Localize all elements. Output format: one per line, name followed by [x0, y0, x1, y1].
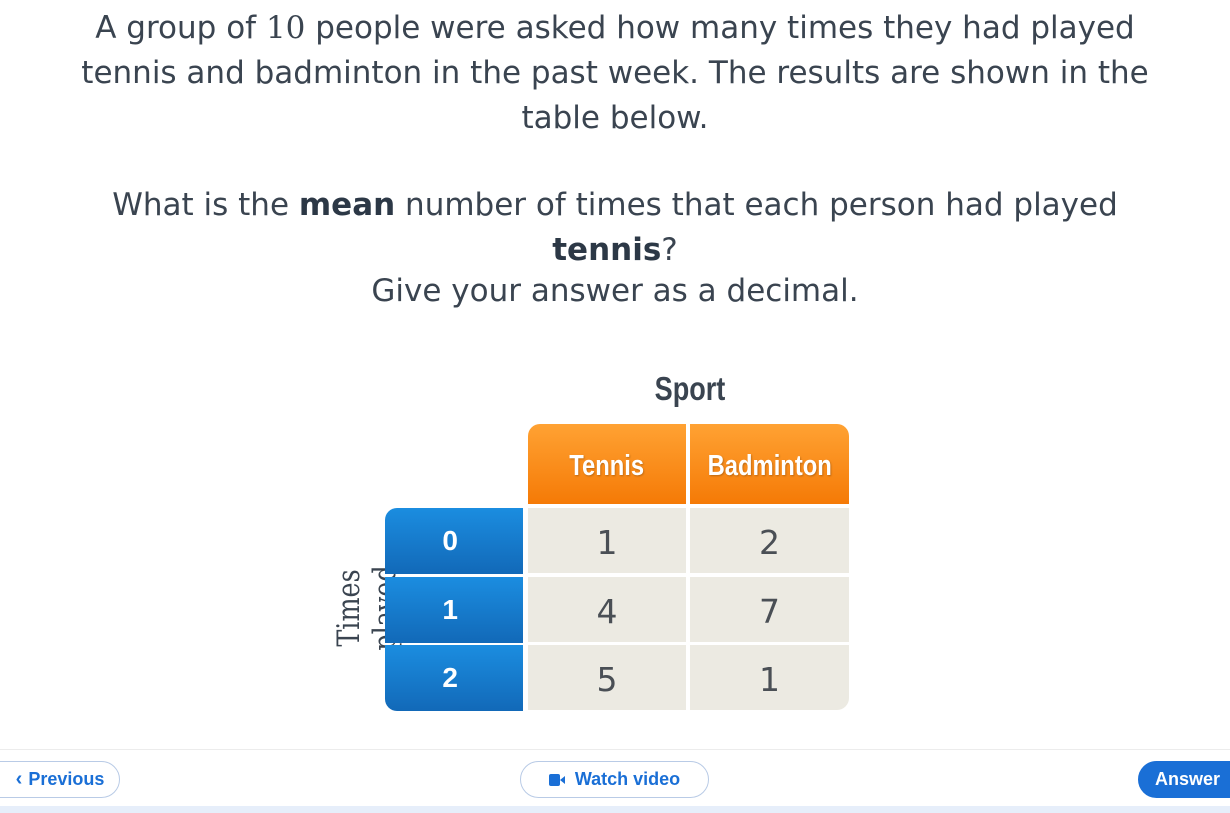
table-cell-badminton-1: 7 [690, 577, 849, 642]
watch-video-label: Watch video [574, 769, 681, 789]
question-mark: ? [661, 232, 678, 268]
ask-text: What is the [112, 187, 299, 223]
table-cell-tennis-0: 1 [528, 508, 686, 573]
table-cell-tennis-2: 5 [528, 645, 686, 710]
previous-button-label: Previous [28, 769, 105, 789]
ask-bold-tennis: tennis [552, 232, 662, 268]
row-header-1: 1 [385, 577, 523, 643]
question-ask-line-1: What is the mean number of times that ea… [0, 183, 1230, 228]
answer-button-label: Answer [1155, 769, 1221, 789]
question-intro-line-1: A group of 10 people were asked how many… [0, 6, 1230, 51]
question-intro-line-2: tennis and badminton in the past week. T… [81, 55, 1149, 91]
column-header-badminton-label: Badminton [707, 450, 832, 482]
column-group-title: Sport [654, 370, 726, 407]
answer-button[interactable]: Answer [1138, 761, 1230, 798]
row-group-title: Times played [331, 565, 403, 650]
watch-video-button[interactable]: Watch video [520, 761, 709, 798]
ask-text-continued: number of times that each person had pla… [395, 187, 1118, 223]
row-header-0: 0 [385, 508, 523, 574]
question-instruction: Give your answer as a decimal. [371, 273, 859, 309]
intro-text: A group of [95, 10, 266, 46]
row-header-2: 2 [385, 645, 523, 711]
ask-bold-mean: mean [298, 187, 396, 223]
question-intro: A group of 10 people were asked how many… [0, 6, 1230, 141]
footer-bottom-bar [0, 806, 1230, 813]
table-cell-badminton-0: 2 [690, 508, 849, 573]
column-header-badminton: Badminton [690, 424, 849, 504]
chevron-left-icon: ‹ [15, 768, 23, 790]
previous-button[interactable]: ‹ Previous [0, 761, 120, 798]
column-header-tennis: Tennis [528, 424, 686, 504]
question-ask-line-2: tennis? [0, 228, 1230, 273]
group-size-number: 10 [265, 10, 306, 46]
table-cell-badminton-2: 1 [690, 645, 849, 710]
video-camera-icon [548, 774, 565, 786]
question-ask: What is the mean number of times that ea… [0, 183, 1230, 273]
intro-text-continued: people were asked how many times they ha… [305, 10, 1135, 46]
column-header-tennis-label: Tennis [569, 450, 645, 482]
table-cell-tennis-1: 4 [528, 577, 686, 642]
question-intro-line-3: table below. [521, 100, 709, 136]
footer-divider [0, 749, 1230, 750]
